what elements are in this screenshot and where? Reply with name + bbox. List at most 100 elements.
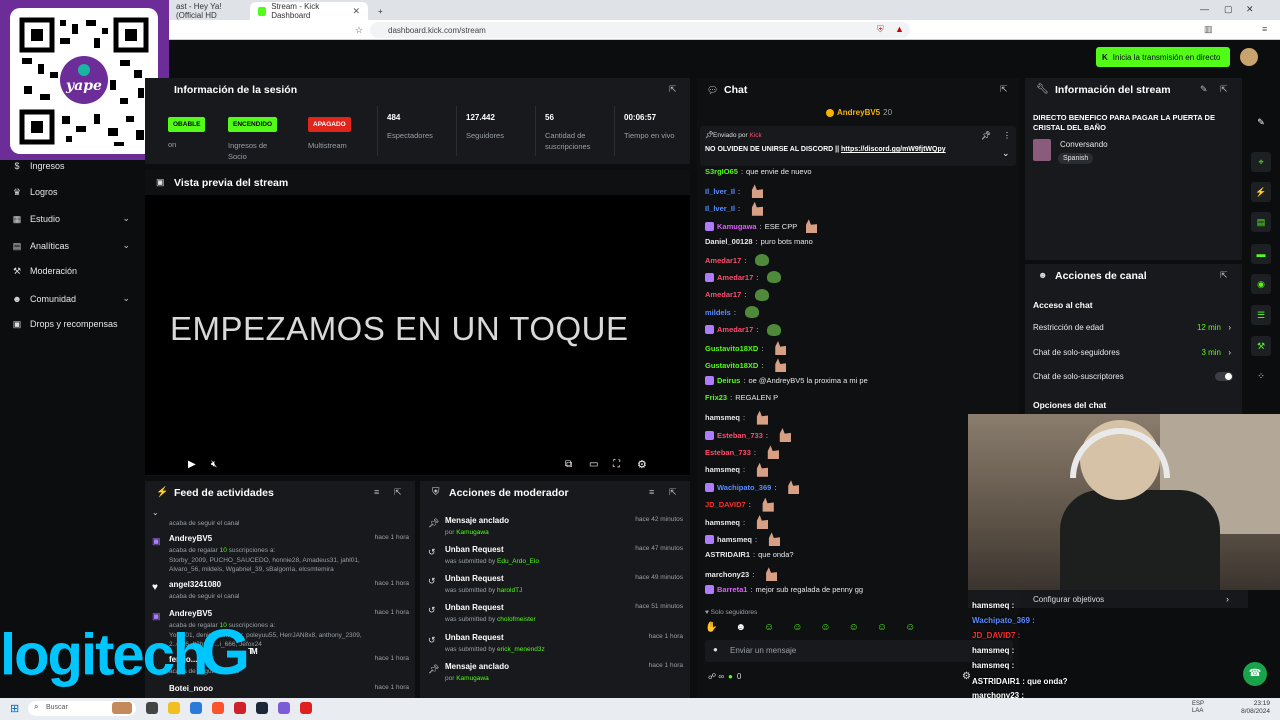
gear-icon[interactable]: ⚙ (637, 458, 647, 471)
chat-message[interactable]: Amedar17: (705, 323, 782, 336)
mod-action-user[interactable]: Kamugawa (456, 675, 489, 682)
chat-message[interactable]: Wachipato_369: (705, 480, 800, 495)
mod-action-row[interactable]: Mensaje anclado por Kamugawa hace 42 minut… (445, 516, 683, 537)
clock[interactable]: 23:19 8/08/2024 (1238, 700, 1270, 716)
chat-username[interactable]: Barreta1 (717, 585, 747, 594)
app-icon[interactable] (278, 702, 290, 714)
subscribers-only-toggle[interactable] (1215, 372, 1233, 381)
steam-icon[interactable] (256, 702, 268, 714)
emote-icon[interactable]: ☺ (792, 622, 802, 636)
sidebar-item-comunidad[interactable]: ☻ Comunidad ⌄ (12, 293, 130, 304)
emote-icon[interactable]: ☺ (820, 622, 830, 636)
minimize-icon[interactable]: — (1200, 4, 1209, 14)
chat-username[interactable]: S3rgIO65 (705, 167, 738, 176)
mod-action-row[interactable]: Unban Request was submitted by haroldTJ ha… (445, 574, 683, 595)
chevron-down-icon[interactable]: ⌄ (1002, 148, 1010, 159)
shield-icon[interactable]: ⛨ (877, 24, 884, 35)
chat-message[interactable]: Gustavito18XD: (705, 358, 787, 373)
play-icon[interactable]: ▶ (188, 459, 196, 470)
chat-message[interactable]: S3rgIO65: que envie de nuevo (705, 167, 812, 176)
pip-icon[interactable]: ⧉ (565, 459, 572, 470)
list-icon[interactable]: ☰ (1251, 305, 1271, 325)
emote-icon[interactable]: ☻ (735, 622, 746, 636)
chat-message[interactable]: marchony23: (705, 567, 778, 582)
chat-username[interactable]: hamsmeq (705, 465, 740, 474)
chat-username[interactable]: Il_lver_Il (705, 204, 735, 213)
setting-followers-only[interactable]: Chat de solo-seguidores 3 min › (1033, 348, 1233, 357)
target-icon[interactable]: ⌖ (1251, 152, 1271, 172)
chat-username[interactable]: Daniel_00128 (705, 237, 753, 246)
mod-action-row[interactable]: Mensaje anclado por Kamugawa hace 1 hora (445, 662, 683, 683)
new-tab-button[interactable]: + (370, 2, 386, 20)
browser-tab[interactable]: ast - Hey Ya! (Official HD (168, 2, 248, 20)
language-indicator[interactable]: ESP LAA (1192, 701, 1212, 715)
chat-username[interactable]: mildels (705, 308, 731, 317)
chat-message[interactable]: Gustavito18XD: (705, 341, 787, 355)
warning-icon[interactable]: ▲ (895, 24, 904, 34)
feed-username[interactable]: angel3241080 (169, 580, 409, 589)
windows-start-icon[interactable]: ⊞ (10, 702, 19, 715)
gear-icon[interactable]: ⚙ (962, 671, 971, 682)
maximize-icon[interactable]: ▢ (1224, 4, 1233, 15)
fullscreen-icon[interactable]: ⛶ (613, 459, 620, 470)
mod-action-user[interactable]: erick_menend3z (497, 646, 545, 653)
bookmark-icon[interactable]: ☆ (355, 25, 363, 36)
mod-action-user[interactable]: haroldTJ (497, 587, 522, 594)
chat-message[interactable]: Il_lver_Il: (705, 184, 764, 199)
chat-username[interactable]: Esteban_733 (717, 431, 763, 440)
chat-username[interactable]: Gustavito18XD (705, 344, 758, 353)
unpin-icon[interactable]: 📌︎ (981, 131, 991, 140)
discord-link[interactable]: https://discord.gg/mW9fjtWQpy (841, 146, 946, 153)
go-live-button[interactable]: K Inicia la transmisión en directo (1096, 47, 1230, 67)
chat-username[interactable]: Amedar17 (717, 325, 753, 334)
theater-icon[interactable]: ▭ (589, 459, 598, 470)
mod-action-user[interactable]: cholofmeister (497, 616, 536, 623)
chat-message[interactable]: hamsmeq: (705, 515, 769, 529)
emoji-icon[interactable]: ● (713, 645, 718, 654)
url-field[interactable]: dashboard.kick.com/stream (370, 22, 910, 38)
app-icon[interactable] (234, 702, 246, 714)
broadcast-icon[interactable]: ◉ (1251, 274, 1271, 294)
category-name[interactable]: Conversando (1060, 140, 1108, 149)
brave-icon[interactable] (212, 702, 224, 714)
taskview-icon[interactable] (146, 702, 158, 714)
emote-icon[interactable]: ☺ (877, 622, 887, 636)
chat-message[interactable]: mildels: (705, 306, 759, 319)
chat-username[interactable]: Wachipato_369 (717, 483, 771, 492)
chat-message[interactable]: Barreta1: mejor sub regalada de penny gg (705, 584, 863, 594)
chat-message[interactable]: Amedar17: (705, 271, 782, 284)
chat-username[interactable]: Amedar17 (705, 256, 741, 265)
avatar[interactable] (1240, 48, 1258, 66)
sidebar-item-moderacion[interactable]: ⚒ Moderación (12, 266, 130, 276)
mod-action-row[interactable]: Unban Request was submitted by cholofmeis… (445, 603, 683, 624)
edit-icon[interactable]: ✎ (1251, 112, 1271, 132)
chat-username[interactable]: hamsmeq (705, 413, 740, 422)
filter-icon[interactable]: ≡ (374, 487, 379, 497)
emote-icon[interactable]: ✋ (705, 622, 717, 636)
chat-message[interactable]: hamsmeq: (705, 410, 769, 425)
chat-username[interactable]: hamsmeq (705, 518, 740, 527)
chat-username[interactable]: Frix23 (705, 393, 727, 402)
emote-icon[interactable]: ☺ (849, 622, 859, 636)
file-explorer-icon[interactable] (168, 702, 180, 714)
chat-username[interactable]: Amedar17 (717, 273, 753, 282)
close-icon[interactable]: ✕ (352, 6, 360, 17)
popout-icon[interactable]: ⇱ (394, 487, 402, 498)
sidebar-item-analiticas[interactable]: ▤ Analíticas ⌄ (12, 240, 130, 251)
app-icon[interactable] (190, 702, 202, 714)
edit-icon[interactable]: ✎ (1200, 84, 1208, 95)
grid-icon[interactable]: ⁘ (1251, 366, 1271, 386)
mod-action-row[interactable]: Unban Request was submitted by erick_mene… (445, 633, 683, 654)
chat-username[interactable]: marchony23 (705, 570, 749, 579)
help-chat-button[interactable]: ☎ (1243, 662, 1267, 686)
chat-message[interactable]: ASTRIDAIR1: que onda? (705, 550, 794, 559)
feed-username[interactable]: AndreyBV5 (169, 534, 409, 543)
sidebar-item-drops[interactable]: ▣ Drops y recompensas (12, 319, 130, 329)
chat-username[interactable]: Deirus (717, 376, 740, 385)
browser-tab-active[interactable]: Stream - Kick Dashboard ✕ (250, 2, 368, 20)
chat-message[interactable]: Il_lver_Il: (705, 201, 764, 216)
chat-icon[interactable]: ▬ (1251, 244, 1271, 264)
filter-icon[interactable]: ≡ (649, 487, 654, 497)
sidebar-item-estudio[interactable]: ▦ Estudio ⌄ (12, 213, 130, 224)
sidebar-item-logros[interactable]: ♛ Logros (12, 187, 130, 197)
